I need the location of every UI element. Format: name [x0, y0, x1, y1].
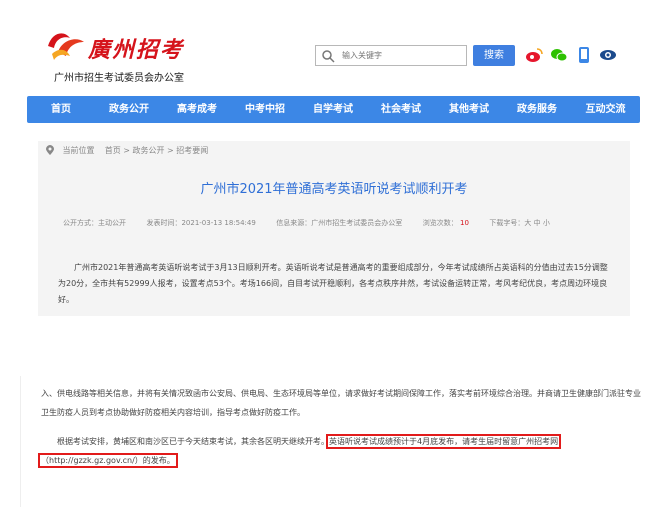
nav-item-interaction[interactable]: 互动交流 [571, 96, 640, 123]
search-input[interactable] [342, 47, 462, 64]
eye-icon[interactable] [598, 45, 618, 65]
breadcrumb-path[interactable]: 首页 > 政务公开 > 招考要闻 [105, 146, 209, 155]
nav-item-gov-service[interactable]: 政务服务 [503, 96, 571, 123]
main-nav: 首页 政务公开 高考成考 中考中招 自学考试 社会考试 其他考试 政务服务 互动… [27, 96, 640, 123]
site-logo[interactable]: 廣州招考 广州市招生考试委员会办公室 [44, 26, 194, 84]
nav-item-other-exam[interactable]: 其他考试 [435, 96, 503, 123]
search-box[interactable] [315, 45, 467, 66]
wechat-icon[interactable] [549, 45, 569, 65]
nav-item-home[interactable]: 首页 [27, 96, 95, 123]
article-panel: 当前位置 首页 > 政务公开 > 招考要闻 广州市2021年普通高考英语听说考试… [38, 141, 630, 316]
meta-publish-time: 发表时间：2021-03-13 18:54:49 [146, 219, 256, 227]
search-button[interactable]: 搜索 [473, 45, 515, 66]
article-paragraph-3: 根据考试安排，黄埔区和南沙区已于今天结束考试，其余各区明天继续开考。英语听说考试… [37, 432, 641, 470]
breadcrumb-label: 当前位置 [62, 146, 95, 155]
meta-public-way: 公开方式：主动公开 [63, 219, 126, 227]
nav-item-gaokao[interactable]: 高考成考 [163, 96, 231, 123]
meta-source: 信息来源：广州市招生考试委员会办公室 [276, 219, 403, 227]
kapok-flower-icon [48, 33, 84, 60]
blank-gap [0, 316, 667, 376]
mobile-icon[interactable] [574, 45, 594, 65]
meta-views: 10 [460, 219, 469, 227]
meta-views-label: 浏览次数： [422, 219, 458, 227]
article-continuation: 入、供电线路等相关信息，并将有关情况致函市公安局、供电局、生态环境局等单位，请求… [20, 376, 650, 507]
article-paragraph-1: 广州市2021年普通高考英语听说考试于3月13日顺利开考。英语听说考试是普通高考… [58, 263, 608, 304]
nav-item-social-exam[interactable]: 社会考试 [367, 96, 435, 123]
nav-item-self-study[interactable]: 自学考试 [299, 96, 367, 123]
location-pin-icon [46, 145, 54, 155]
meta-font-size[interactable]: 下载字号：大 中 小 [489, 218, 549, 228]
nav-item-gov-affairs[interactable]: 政务公开 [95, 96, 163, 123]
breadcrumb: 当前位置 首页 > 政务公开 > 招考要闻 [46, 145, 208, 159]
site-subtitle: 广州市招生考试委员会办公室 [54, 73, 184, 84]
paragraph-3-part-a: 根据考试安排，黄埔区和南沙区已于今天结束考试，其余各区明天继续开考。 [57, 437, 329, 446]
page-top: 廣州招考 广州市招生考试委员会办公室 搜索 首页 政务公开 高考成考 中考中招 … [0, 0, 667, 316]
article-title: 广州市2021年普通高考英语听说考试顺利开考 [200, 182, 468, 197]
search-icon [322, 50, 335, 63]
nav-item-zhongkao[interactable]: 中考中招 [231, 96, 299, 123]
article-meta: 公开方式：主动公开 发表时间：2021-03-13 18:54:49 信息来源：… [63, 218, 550, 228]
article-paragraph-2: 入、供电线路等相关信息，并将有关情况致函市公安局、供电局、生态环境局等单位，请求… [41, 389, 641, 417]
weibo-icon[interactable] [524, 45, 544, 65]
logo-text: 廣州招考 [88, 37, 185, 63]
